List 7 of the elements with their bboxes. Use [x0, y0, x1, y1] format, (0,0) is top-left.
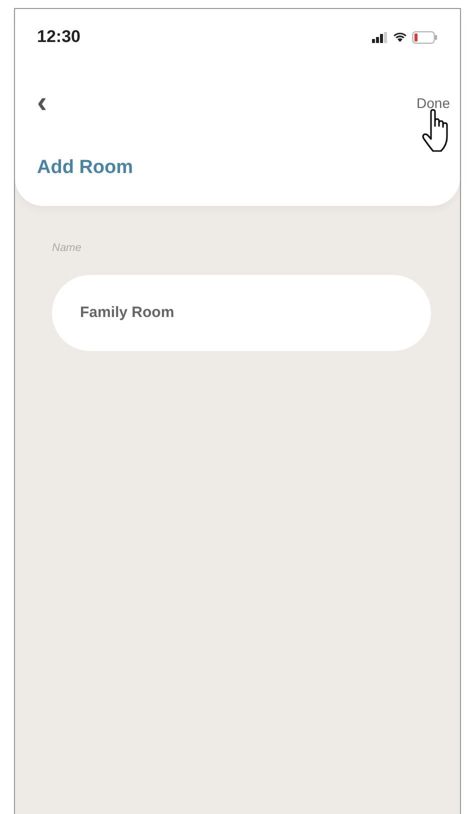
field-label: Name — [52, 241, 82, 256]
wifi-icon — [392, 31, 408, 43]
page-title: Add Room — [37, 156, 134, 180]
back-button[interactable]: ‹ — [37, 90, 47, 116]
status-time: 12:30 — [37, 26, 80, 48]
signal-icon — [372, 32, 388, 42]
name-input-field[interactable]: Family Room — [52, 274, 431, 350]
